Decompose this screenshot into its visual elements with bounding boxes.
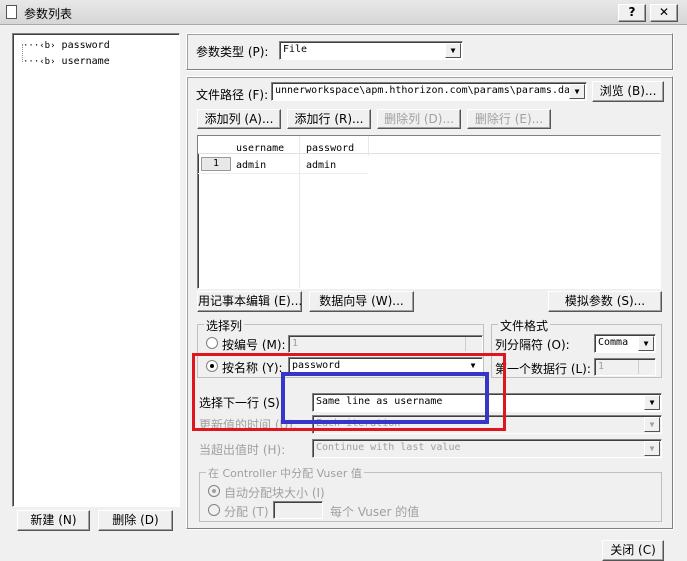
window-title: 参数列表 xyxy=(24,7,73,21)
add-column-button[interactable]: 添加列 (A)... xyxy=(197,109,281,129)
per-vuser-label: 每个 Vuser 的值 xyxy=(330,505,420,519)
allocate-radio[interactable] xyxy=(208,504,220,516)
by-number-label: 按编号 (M): xyxy=(222,338,286,352)
tree-item-password[interactable]: ···‹b› password xyxy=(23,38,110,54)
out-of-values-label: 当超出值时 (H): xyxy=(199,443,286,457)
row-number[interactable]: 1 xyxy=(201,157,231,171)
column-header[interactable]: password xyxy=(306,141,354,157)
table-cell[interactable]: admin xyxy=(306,158,336,174)
param-type-label: 参数类型 (P): xyxy=(196,45,269,59)
out-of-values-select[interactable]: Continue with last value ▼ xyxy=(312,439,662,458)
allocate-input[interactable] xyxy=(273,501,323,519)
simulate-parameter-button[interactable]: 模拟参数 (S)... xyxy=(548,291,662,312)
chevron-down-icon[interactable]: ▼ xyxy=(644,395,660,410)
param-type-select[interactable]: File ▼ xyxy=(279,41,463,60)
title-bar: 参数列表 ? ✕ xyxy=(0,0,687,25)
allocate-label: 分配 (T) xyxy=(224,505,269,519)
file-format-group: 文件格式 列分隔符 (O): Comma ▼ 第一个数据行 (L): 1 xyxy=(491,317,662,378)
browse-button[interactable]: 浏览 (B)... xyxy=(592,81,664,102)
help-button[interactable]: ? xyxy=(618,4,646,22)
auto-allocate-label: 自动分配块大小 (I) xyxy=(224,486,325,500)
controller-group: 在 Controller 中分配 Vuser 值 自动分配块大小 (I) 分配 … xyxy=(199,465,662,522)
blue-highlight-box xyxy=(281,372,489,424)
chevron-down-icon[interactable]: ▼ xyxy=(644,441,660,456)
spinner[interactable] xyxy=(638,360,654,374)
close-button[interactable]: 关闭 (C) xyxy=(602,540,664,561)
first-row-label: 第一个数据行 (L): xyxy=(495,362,591,376)
chevron-down-icon[interactable]: ▼ xyxy=(644,417,660,432)
delimiter-select[interactable]: Comma ▼ xyxy=(594,334,656,353)
delete-row-button[interactable]: 删除行 (E)... xyxy=(467,109,551,129)
file-path-label: 文件路径 (F): xyxy=(196,88,269,102)
delete-column-button[interactable]: 删除列 (D)... xyxy=(377,109,461,129)
parameter-tree[interactable]: ···‹b› password ···‹b› username xyxy=(12,33,180,507)
by-number-radio[interactable] xyxy=(206,337,218,349)
spinner[interactable] xyxy=(465,337,481,351)
file-settings-panel: 文件路径 (F): unnerworkspace\apm.hthorizon.c… xyxy=(186,76,673,529)
parameter-icon: ···‹b› xyxy=(23,41,56,51)
new-button[interactable]: 新建 (N) xyxy=(17,510,90,531)
tree-item-username[interactable]: ···‹b› username xyxy=(23,54,110,70)
auto-allocate-radio[interactable] xyxy=(208,485,220,497)
file-path-input[interactable]: unnerworkspace\apm.hthorizon.com\params\… xyxy=(271,82,587,101)
close-window-button[interactable]: ✕ xyxy=(650,4,678,22)
parameter-icon: ···‹b› xyxy=(23,57,56,67)
window-icon xyxy=(6,5,17,19)
chevron-down-icon[interactable]: ▼ xyxy=(569,84,585,99)
chevron-down-icon[interactable]: ▼ xyxy=(445,43,461,58)
first-row-input[interactable]: 1 xyxy=(594,358,656,376)
delimiter-label: 列分隔符 (O): xyxy=(495,338,570,352)
chevron-down-icon[interactable]: ▼ xyxy=(638,336,654,351)
data-wizard-button[interactable]: 数据向导 (W)... xyxy=(309,291,414,312)
param-type-panel: 参数类型 (P): File ▼ xyxy=(186,33,673,70)
table-cell[interactable]: admin xyxy=(236,158,266,174)
notepad-edit-button[interactable]: 用记事本编辑 (E)... xyxy=(197,291,302,312)
add-row-button[interactable]: 添加行 (R)... xyxy=(287,109,371,129)
column-header[interactable]: username xyxy=(236,141,284,157)
column-number-input[interactable]: 1 xyxy=(288,335,483,353)
delete-button[interactable]: 删除 (D) xyxy=(98,510,173,531)
data-grid[interactable]: username password 1 admin admin xyxy=(197,135,661,289)
